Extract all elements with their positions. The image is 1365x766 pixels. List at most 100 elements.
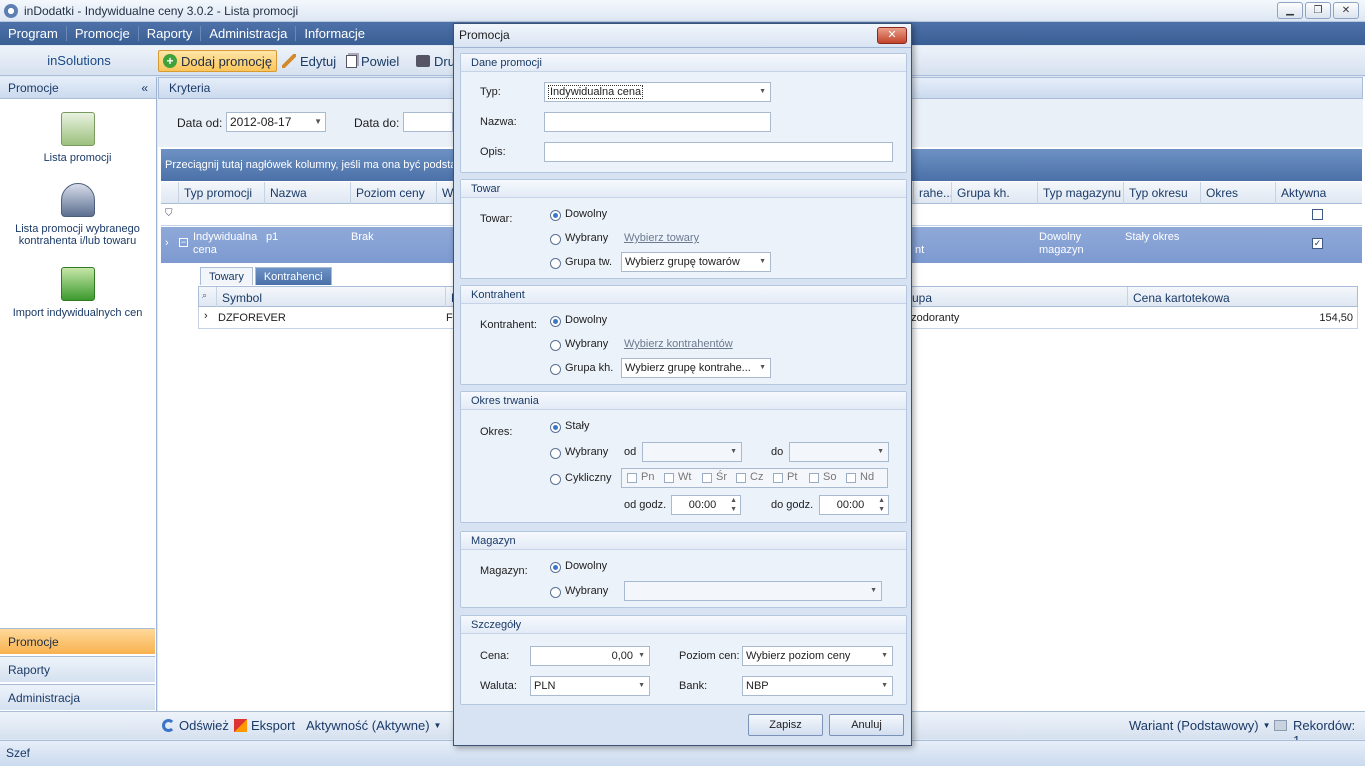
currency-select[interactable]: PLN ▼	[530, 676, 650, 696]
nav-section-promocje[interactable]: Promocje	[0, 628, 155, 654]
tab-towary[interactable]: Towary	[200, 267, 253, 285]
kontrahent-any-radio[interactable]	[550, 316, 561, 327]
day-pn-checkbox[interactable]	[627, 473, 637, 483]
menu-raporty[interactable]: Raporty	[139, 26, 202, 41]
col-poziom-ceny[interactable]: Poziom ceny	[350, 182, 436, 204]
col-aktywna[interactable]: Aktywna	[1275, 182, 1361, 204]
day-sr-label: Śr	[716, 471, 727, 483]
day-so-checkbox[interactable]	[809, 473, 819, 483]
menu-informacje[interactable]: Informacje	[296, 26, 373, 41]
print-label: Dru	[434, 53, 455, 69]
restore-button[interactable]: ❐	[1305, 2, 1331, 19]
activity-dropdown[interactable]: Aktywność (Aktywne) ▼	[306, 718, 441, 733]
towar-selected-radio[interactable]	[550, 234, 561, 245]
day-sr-checkbox[interactable]	[702, 473, 712, 483]
col-grupa-kh[interactable]: Grupa kh.	[951, 182, 1037, 204]
save-button[interactable]: Zapisz	[748, 714, 823, 736]
towar-any-radio[interactable]	[550, 210, 561, 221]
nav-section-administracja[interactable]: Administracja	[0, 684, 155, 710]
towar-group-radio[interactable]	[550, 258, 561, 269]
section-title: Towar	[461, 180, 906, 198]
promotion-dialog: Promocja ✕ Dane promocji Typ: Indywidual…	[453, 23, 912, 746]
cell-name: p1	[266, 231, 279, 243]
kontrahent-group-radio[interactable]	[550, 364, 561, 375]
nav-section-raporty[interactable]: Raporty	[0, 656, 155, 682]
variant-settings-icon[interactable]	[1274, 720, 1288, 731]
print-button[interactable]: Dru	[412, 50, 459, 72]
collapse-icon[interactable]: «	[141, 81, 148, 95]
price-level-select[interactable]: Wybierz poziom ceny ▼	[742, 646, 893, 666]
magazyn-selected-radio[interactable]	[550, 587, 561, 598]
type-label: Typ:	[480, 86, 501, 98]
col-okres[interactable]: Okres	[1200, 182, 1275, 204]
col-symbol[interactable]: Symbol	[216, 287, 446, 309]
menu-administracja[interactable]: Administracja	[201, 26, 297, 41]
expand-icon[interactable]: −	[179, 238, 188, 247]
okres-cyclic-radio[interactable]	[550, 474, 561, 485]
from-label: od	[624, 446, 637, 458]
filter-active-checkbox[interactable]	[1312, 209, 1323, 220]
refresh-button[interactable]: Odśwież	[162, 718, 229, 733]
date-to-select[interactable]: ▼	[789, 442, 889, 462]
day-nd-checkbox[interactable]	[846, 473, 856, 483]
variant-dropdown[interactable]: Wariant (Podstawowy) ▼	[1129, 718, 1288, 733]
from-hour-spinner[interactable]: 00:00 ▲ ▼	[671, 495, 741, 515]
menu-program[interactable]: Program	[0, 26, 67, 41]
name-input[interactable]	[544, 112, 771, 132]
kontrahent-selected-radio[interactable]	[550, 340, 561, 351]
choose-products-link[interactable]: Wybierz towary	[624, 232, 699, 244]
add-promotion-button[interactable]: + Dodaj promocję	[158, 50, 278, 72]
okres-fixed-radio[interactable]	[550, 422, 561, 433]
okres-selected-radio[interactable]	[550, 448, 561, 459]
section-title: Okres trwania	[461, 392, 906, 410]
price-input[interactable]: 0,00 ▼	[530, 646, 650, 666]
contractor-group-select[interactable]: Wybierz grupę kontrahe... ▼	[621, 358, 771, 378]
menu-promocje[interactable]: Promocje	[67, 26, 139, 41]
copy-button[interactable]: Powiel	[342, 50, 403, 72]
export-icon	[234, 719, 247, 732]
export-button[interactable]: Eksport	[234, 718, 295, 733]
dialog-close-button[interactable]: ✕	[877, 27, 907, 44]
currency-label: Waluta:	[480, 680, 517, 692]
edit-button[interactable]: Edytuj	[278, 50, 340, 72]
date-from-picker[interactable]: 2012-08-17 ▼	[226, 112, 326, 132]
export-label: Eksport	[251, 718, 296, 733]
col-typ-promocji[interactable]: Typ promocji	[178, 182, 264, 204]
day-wt-label: Wt	[678, 471, 692, 483]
day-cz-checkbox[interactable]	[736, 473, 746, 483]
col-grupa[interactable]: rupa	[902, 287, 1127, 309]
minimize-button[interactable]: ▁	[1277, 2, 1303, 19]
level-label: Poziom cen:	[679, 650, 740, 662]
tab-kontrahenci[interactable]: Kontrahenci	[254, 267, 332, 285]
to-hour-spinner[interactable]: 00:00 ▲ ▼	[819, 495, 889, 515]
product-group-select[interactable]: Wybierz grupę towarów ▼	[621, 252, 771, 272]
nav-import[interactable]: Import indywidualnych cen	[0, 267, 155, 319]
bank-select[interactable]: NBP ▼	[742, 676, 893, 696]
close-window-button[interactable]: ✕	[1333, 2, 1359, 19]
date-to-picker[interactable]	[403, 112, 453, 132]
kontrahent-any-label: Dowolny	[565, 314, 608, 326]
warehouse-select[interactable]: ▼	[624, 581, 882, 601]
magazyn-label: Magazyn:	[480, 565, 528, 577]
active-checkbox[interactable]: ✓	[1312, 238, 1323, 249]
choose-contractors-link[interactable]: Wybierz kontrahentów	[624, 338, 733, 350]
col-typ-magazynu[interactable]: Typ magazynu	[1037, 182, 1123, 204]
filter-icon[interactable]: ⛉	[165, 208, 173, 219]
cancel-button[interactable]: Anuluj	[829, 714, 904, 736]
magazyn-any-radio[interactable]	[550, 562, 561, 573]
col-typ-okresu[interactable]: Typ okresu	[1123, 182, 1200, 204]
day-pt-label: Pt	[787, 471, 798, 483]
day-wt-checkbox[interactable]	[664, 473, 674, 483]
day-pt-checkbox[interactable]	[773, 473, 783, 483]
type-select[interactable]: Indywidualna cena ▼	[544, 82, 771, 102]
nav-lista-promocji[interactable]: Lista promocji	[0, 112, 155, 164]
date-from-select[interactable]: ▼	[642, 442, 742, 462]
desc-input[interactable]	[544, 142, 893, 162]
col-cena-kartotekowa[interactable]: Cena kartotekowa	[1127, 287, 1357, 309]
col-nazwa[interactable]: Nazwa	[264, 182, 350, 204]
search-icon[interactable]: ⌕	[202, 290, 207, 301]
date-to-label: Data do:	[354, 116, 400, 130]
bank-label: Bank:	[679, 680, 708, 692]
col-kontrahent[interactable]: rahe...	[913, 182, 955, 204]
nav-lista-promocji-kontrahenta[interactable]: Lista promocji wybranego kontrahenta i/l…	[5, 183, 150, 247]
